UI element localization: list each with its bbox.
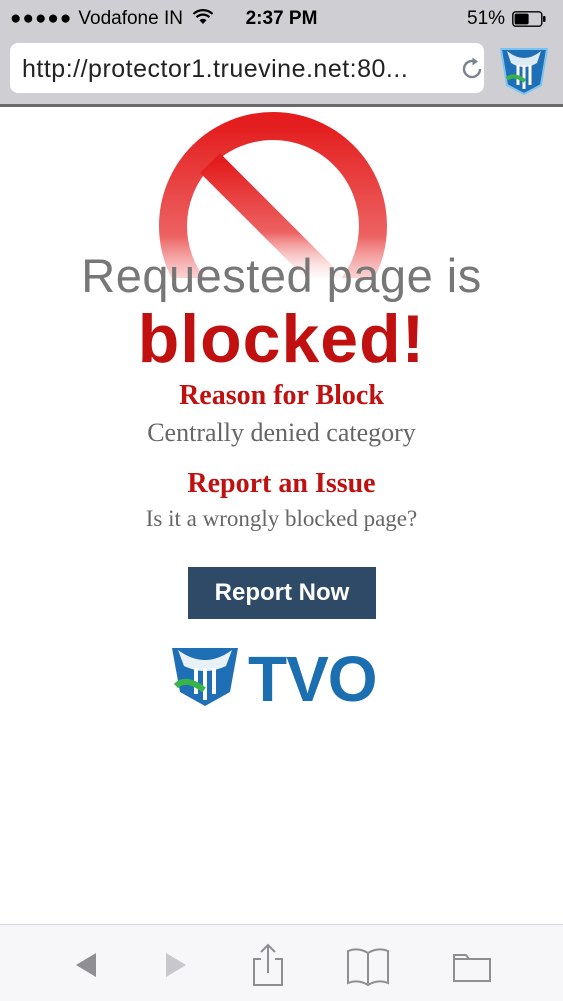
report-issue-label: Report an Issue — [187, 468, 376, 499]
bookmarks-icon[interactable] — [346, 943, 390, 987]
battery-icon — [512, 11, 546, 27]
reason-value: Centrally denied category — [147, 418, 416, 447]
url-text: http://protector1.truevine.net:80... — [22, 55, 409, 83]
tabs-icon[interactable] — [450, 943, 494, 987]
page-headline: Requested page is — [81, 249, 482, 302]
tvo-logo: TVO — [168, 640, 396, 715]
address-bar[interactable]: http://protector1.truevine.net:80... — [10, 43, 484, 93]
battery-percent: 51% — [467, 8, 506, 29]
share-icon[interactable] — [246, 943, 290, 987]
back-icon[interactable] — [66, 943, 110, 987]
blocked-title: blocked! — [137, 301, 426, 377]
forward-icon[interactable] — [152, 943, 196, 987]
report-question: Is it a wrongly blocked page? — [145, 506, 418, 531]
tvo-logo-mark-icon — [172, 648, 238, 706]
report-now-button[interactable]: Report Now — [188, 567, 376, 619]
status-bar: ●●●●● Vodafone IN 2:37 PM 51% — [0, 0, 563, 38]
tvo-logo-text: TVO — [248, 643, 378, 715]
reason-label: Reason for Block — [179, 380, 384, 411]
browser-address-area: http://protector1.truevine.net:80... — [0, 38, 563, 107]
reload-icon[interactable] — [458, 55, 486, 83]
extension-icon[interactable] — [495, 41, 553, 97]
browser-toolbar — [0, 924, 563, 1001]
